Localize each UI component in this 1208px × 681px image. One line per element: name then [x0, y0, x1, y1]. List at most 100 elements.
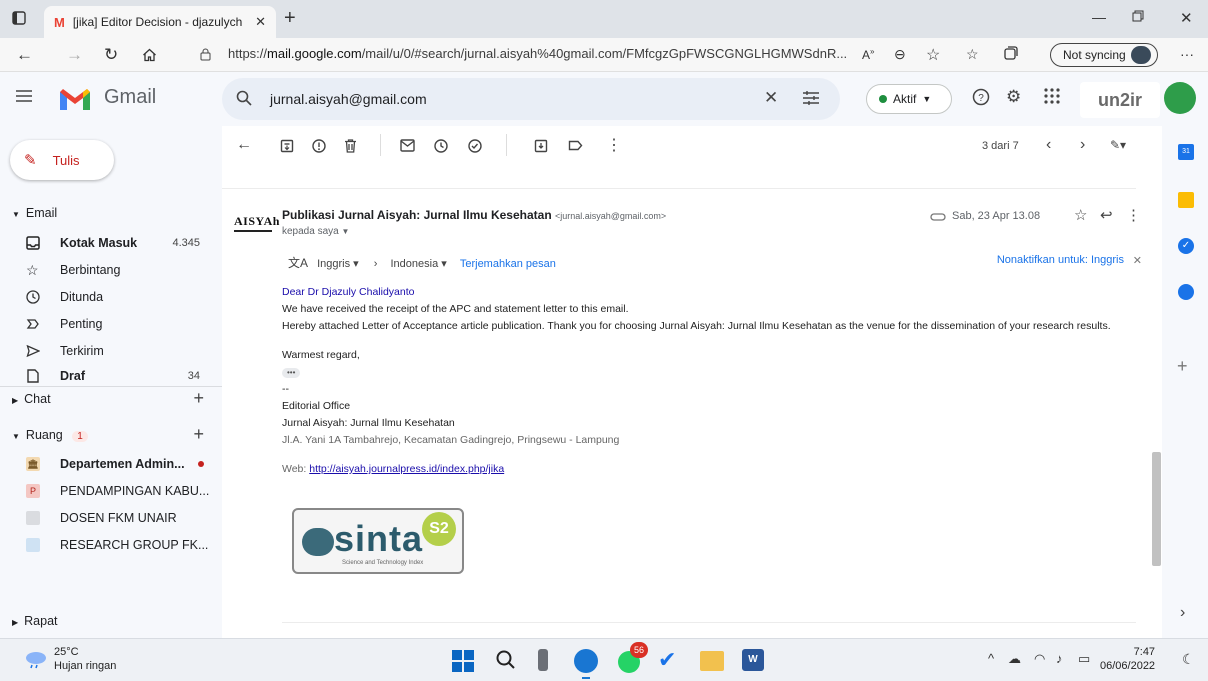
battery-icon[interactable]: ▭ — [1078, 651, 1090, 667]
move-to-icon[interactable] — [534, 139, 548, 153]
next-icon[interactable]: › — [1080, 136, 1085, 154]
edge-browser-icon[interactable] — [574, 649, 598, 673]
archive-icon[interactable] — [280, 139, 294, 153]
tab-close-icon[interactable]: ✕ — [255, 14, 266, 30]
main-menu-icon[interactable] — [16, 90, 32, 102]
space-item[interactable]: RESEARCH GROUP FK... — [0, 533, 222, 557]
sidebar-item-label: Penting — [60, 317, 103, 331]
new-chat-icon[interactable]: + — [193, 388, 204, 409]
back-icon[interactable]: ← — [16, 45, 33, 65]
scrollbar-thumb[interactable] — [1152, 452, 1161, 566]
email-section-toggle[interactable]: ▼ Email — [12, 206, 57, 220]
sender[interactable]: Publikasi Jurnal Aisyah: Jurnal Ilmu Kes… — [282, 208, 666, 222]
wifi-icon[interactable]: ◠ — [1034, 651, 1045, 667]
favorites-bar-icon[interactable]: ☆ — [966, 46, 979, 63]
clock-time: 7:47 — [1133, 646, 1156, 658]
read-aloud-icon[interactable]: A» — [862, 47, 874, 62]
profile-sync-button[interactable]: Not syncing — [1050, 43, 1158, 67]
minimize-icon[interactable]: — — [1092, 9, 1106, 25]
search-bar[interactable]: jurnal.aisyah@gmail.com ✕ — [222, 78, 840, 120]
volume-icon[interactable]: ♪ — [1056, 651, 1063, 666]
space-item[interactable]: P PENDAMPINGAN KABU... — [0, 479, 222, 503]
home-icon[interactable] — [142, 48, 157, 62]
tab-actions-icon[interactable] — [12, 11, 26, 25]
search-input[interactable]: jurnal.aisyah@gmail.com — [270, 91, 427, 107]
back-to-list-icon[interactable]: ← — [236, 136, 252, 154]
new-tab-icon[interactable]: + — [284, 7, 296, 30]
previous-icon[interactable]: ‹ — [1046, 136, 1051, 154]
signature-office: Editorial Office — [282, 400, 351, 412]
account-avatar[interactable] — [1164, 82, 1196, 114]
delete-icon[interactable] — [344, 139, 357, 153]
weather-widget[interactable]: 25°C Hujan ringan — [54, 645, 116, 673]
search-options-icon[interactable] — [802, 90, 820, 106]
forward-icon[interactable]: → — [66, 45, 83, 65]
close-translate-icon[interactable]: ✕ — [1133, 254, 1142, 267]
meet-section-toggle[interactable]: ▶ Rapat — [12, 614, 58, 628]
calendar-icon[interactable]: 31 — [1178, 144, 1194, 160]
clear-search-icon[interactable]: ✕ — [764, 88, 778, 108]
sidebar-item-starred[interactable]: ☆ Berbintang — [0, 258, 222, 282]
more-vertical-icon[interactable]: ⋮ — [606, 135, 622, 155]
spaces-section-toggle[interactable]: ▼ Ruang 1 — [12, 428, 88, 442]
microphone-app-icon[interactable] — [538, 649, 548, 671]
target-language-dropdown[interactable]: Indonesia ▾ — [390, 258, 446, 270]
add-task-icon[interactable] — [468, 139, 483, 153]
cloud-icon[interactable]: ☁ — [1008, 651, 1021, 667]
new-space-icon[interactable]: + — [193, 424, 204, 445]
start-icon[interactable] — [452, 650, 474, 672]
report-spam-icon[interactable] — [312, 139, 326, 153]
tasks-icon[interactable]: ✓ — [1178, 238, 1194, 254]
search-icon[interactable] — [496, 650, 516, 670]
sidebar-item-snoozed[interactable]: Ditunda — [0, 285, 222, 309]
more-vertical-icon[interactable]: ⋮ — [1126, 206, 1141, 224]
sidebar-item-important[interactable]: Penting — [0, 312, 222, 336]
journal-link[interactable]: http://aisyah.journalpress.id/index.php/… — [309, 463, 504, 475]
apps-grid-icon[interactable] — [1044, 88, 1060, 104]
clock[interactable]: 7:47 06/06/2022 — [1100, 645, 1155, 673]
collections-icon[interactable] — [1004, 46, 1018, 60]
get-addons-icon[interactable]: + — [1177, 356, 1188, 377]
zoom-icon[interactable]: ⊖ — [894, 46, 906, 63]
status-dropdown[interactable]: Aktif ▼ — [866, 84, 952, 114]
window-close-icon[interactable]: ✕ — [1180, 9, 1193, 27]
favorite-icon[interactable]: ☆ — [926, 45, 940, 65]
sidebar-item-sent[interactable]: Terkirim — [0, 339, 222, 363]
account-logo[interactable]: un2ir — [1080, 82, 1160, 118]
file-explorer-icon[interactable] — [700, 651, 724, 671]
input-tools-icon[interactable]: ✎▾ — [1110, 138, 1126, 152]
show-side-panel-icon[interactable]: › — [1180, 604, 1185, 622]
browser-menu-icon[interactable]: ··· — [1180, 46, 1194, 62]
chat-section-toggle[interactable]: ▶ Chat — [12, 392, 51, 406]
show-trimmed-button[interactable]: ••• — [282, 364, 1152, 381]
search-icon[interactable] — [236, 90, 252, 106]
contacts-icon[interactable] — [1178, 284, 1194, 300]
word-icon[interactable]: W — [742, 649, 764, 671]
sidebar-item-inbox[interactable]: Kotak Masuk 4.345 — [0, 231, 222, 255]
url-field[interactable]: https://mail.google.com/mail/u/0/#search… — [228, 46, 847, 61]
help-icon[interactable]: ? — [972, 88, 990, 106]
lock-icon[interactable] — [200, 48, 211, 61]
reply-icon[interactable]: ↩ — [1100, 206, 1113, 224]
restore-icon[interactable] — [1132, 10, 1144, 22]
sidebar-item-drafts[interactable]: Draf 34 — [0, 366, 222, 386]
translate-message-link[interactable]: Terjemahkan pesan — [460, 258, 556, 270]
focus-assist-icon[interactable]: ☾ — [1182, 651, 1195, 668]
browser-tab[interactable]: M [jika] Editor Decision - djazulych ✕ — [44, 6, 276, 38]
compose-button[interactable]: ✎ Tulis — [10, 140, 114, 180]
star-icon[interactable]: ☆ — [1074, 206, 1087, 224]
reload-icon[interactable]: ↻ — [104, 45, 118, 65]
todo-check-icon[interactable]: ✔ — [658, 647, 676, 673]
mark-unread-icon[interactable] — [400, 139, 415, 152]
recipient-toggle[interactable]: kepada saya ▼ — [282, 226, 666, 237]
gmail-logo-icon[interactable] — [58, 86, 92, 112]
disable-translation-link[interactable]: Nonaktifkan untuk: Inggris — [997, 254, 1124, 266]
snooze-icon[interactable] — [434, 139, 448, 153]
keep-icon[interactable] — [1178, 192, 1194, 208]
space-item[interactable]: 🏛 Departemen Admin... — [0, 452, 222, 476]
show-hidden-icons-icon[interactable]: ^ — [988, 651, 994, 666]
settings-gear-icon[interactable]: ⚙ — [1006, 87, 1021, 107]
space-item[interactable]: DOSEN FKM UNAIR — [0, 506, 222, 530]
label-icon[interactable] — [568, 139, 583, 152]
source-language-dropdown[interactable]: Inggris ▾ — [317, 258, 359, 270]
